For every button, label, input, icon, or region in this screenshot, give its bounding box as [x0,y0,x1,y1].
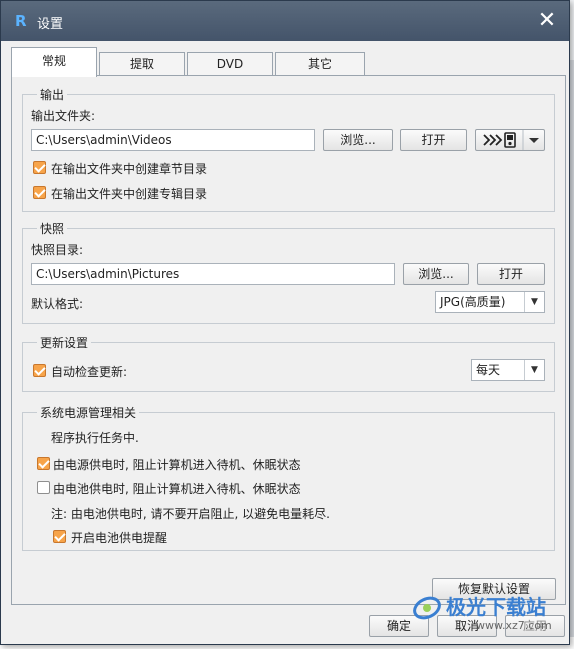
output-browse-button[interactable]: 浏览... [323,129,393,151]
tab-general[interactable]: 常规 [11,47,97,77]
dialog-title: 设置 [37,17,64,32]
device-export-icon [483,130,539,150]
watermark: 极光下载站 www.xz7.com [412,591,562,639]
tab-dvd[interactable]: DVD [187,52,273,76]
output-group: 输出 输出文件夹: C:\Users\admin\Videos 浏览... 打开… [22,86,555,212]
power-group: 系统电源管理相关 程序执行任务中. 由电源供电时, 阻止计算机进入待机、休眠状态… [22,404,555,551]
battery-reminder-label: 开启电池供电提醒 [71,531,168,545]
output-folder-input[interactable]: C:\Users\admin\Videos [31,129,315,151]
close-button[interactable]: ✕ [533,7,561,35]
device-export-button[interactable] [475,129,545,151]
update-frequency-value: 每天 [476,363,501,377]
power-group-title: 系统电源管理相关 [37,404,140,421]
update-group: 更新设置 自动检查更新: 每天 ▼ [22,334,555,392]
watermark-brand: 极光下载站 [446,595,546,619]
format-value: JPG(高质量) [440,295,506,309]
tab-other[interactable]: 其它 [275,52,365,76]
ac-power-checkbox[interactable] [37,457,50,470]
auto-update-label: 自动检查更新: [51,365,128,379]
update-frequency-select[interactable]: 每天 ▼ [471,359,545,381]
snapshot-group-title: 快照 [37,220,68,237]
dialog-titlebar[interactable]: R 设置 ✕ [1,1,569,41]
snapshot-browse-button[interactable]: 浏览... [403,263,469,285]
battery-note-text: 注: 由电池供电时, 请不要开启阻止, 以避免电量耗尽. [51,507,330,521]
snapshot-group: 快照 快照目录: C:\Users\admin\Pictures 浏览... 打… [22,220,555,324]
watermark-url: www.xz7.com [476,619,552,632]
settings-dialog: R 设置 ✕ 常规 提取 DVD 其它 输出 输出文件夹: C:\Users\a… [0,0,570,645]
watermark-logo-icon [413,596,441,620]
app-logo-icon: R [15,12,27,30]
tab-content-general: 输出 输出文件夹: C:\Users\admin\Videos 浏览... 打开… [11,75,566,605]
auto-update-checkbox[interactable] [33,364,46,377]
album-dir-checkbox[interactable] [33,186,46,199]
output-folder-label: 输出文件夹: [31,109,96,123]
power-status-text: 程序执行任务中. [51,431,139,445]
battery-power-checkbox[interactable] [37,481,50,494]
format-label: 默认格式: [31,297,84,311]
album-dir-label: 在输出文件夹中创建专辑目录 [51,187,208,201]
battery-power-label: 由电池供电时, 阻止计算机进入待机、休眠状态 [53,482,301,496]
chevron-down-icon: ▼ [524,360,544,380]
chapter-dir-label: 在输出文件夹中创建章节目录 [51,162,208,176]
chapter-dir-checkbox[interactable] [33,161,46,174]
snapshot-open-button[interactable]: 打开 [477,263,545,285]
ac-power-label: 由电源供电时, 阻止计算机进入待机、休眠状态 [53,458,301,472]
snapshot-dir-label: 快照目录: [31,243,84,257]
output-group-title: 输出 [37,86,68,103]
output-open-button[interactable]: 打开 [400,129,467,151]
format-select[interactable]: JPG(高质量) ▼ [435,291,545,313]
update-group-title: 更新设置 [37,334,92,351]
tab-extract[interactable]: 提取 [99,52,185,76]
battery-reminder-checkbox[interactable] [53,530,66,543]
snapshot-dir-input[interactable]: C:\Users\admin\Pictures [31,263,395,285]
chevron-down-icon: ▼ [524,292,544,312]
